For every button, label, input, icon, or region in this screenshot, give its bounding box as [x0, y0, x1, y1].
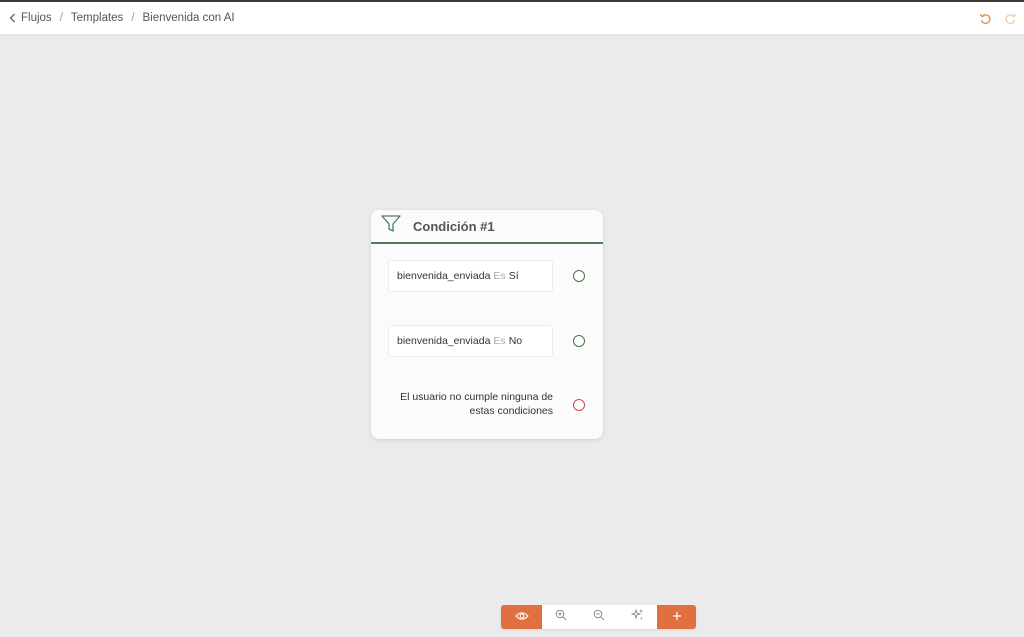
breadcrumb-separator: /	[59, 12, 63, 24]
breadcrumb: Flujos / Templates / Bienvenida con AI	[9, 12, 235, 24]
plus-icon	[672, 608, 682, 626]
zoom-out-icon	[593, 608, 605, 626]
add-node-button[interactable]	[657, 605, 696, 629]
condition-operator: Es	[493, 335, 506, 347]
chevron-left-icon[interactable]	[9, 12, 19, 24]
default-condition-row: El usuario no cumple ninguna de estas co…	[388, 390, 585, 418]
sparkles-icon	[630, 608, 644, 626]
condition-value: Sí	[508, 270, 519, 282]
condition-box[interactable]: bienvenida_enviada Es Sí	[388, 260, 553, 292]
undo-icon[interactable]	[977, 10, 993, 26]
condition-row: bienvenida_enviada Es Sí	[388, 260, 585, 292]
condition-node[interactable]: Condición #1 bienvenida_enviada Es Sí bi…	[371, 210, 603, 439]
condition-value: No	[508, 335, 523, 347]
preview-button[interactable]	[501, 605, 542, 629]
redo-icon[interactable]	[1002, 10, 1018, 26]
condition-row: bienvenida_enviada Es No	[388, 325, 585, 357]
breadcrumb-separator: /	[131, 12, 135, 24]
node-title: Condición #1	[413, 218, 495, 234]
condition-box[interactable]: bienvenida_enviada Es No	[388, 325, 553, 357]
default-output-port[interactable]	[573, 399, 585, 411]
filter-icon	[381, 214, 401, 238]
default-condition-text: El usuario no cumple ninguna de estas co…	[400, 391, 553, 417]
eye-icon	[514, 608, 529, 626]
breadcrumb-item-flujos[interactable]: Flujos	[21, 12, 52, 24]
output-port[interactable]	[573, 335, 585, 347]
zoom-out-button[interactable]	[580, 605, 618, 629]
breadcrumb-item-templates[interactable]: Templates	[71, 12, 123, 24]
condition-variable: bienvenida_enviada	[397, 270, 491, 282]
zoom-in-icon	[555, 608, 567, 626]
node-header[interactable]: Condición #1	[371, 210, 603, 244]
output-port[interactable]	[573, 270, 585, 282]
canvas-toolbar	[501, 605, 696, 629]
condition-operator: Es	[493, 270, 506, 282]
history-actions	[977, 10, 1018, 26]
header-bar: Flujos / Templates / Bienvenida con AI	[0, 2, 1024, 35]
breadcrumb-item-current: Bienvenida con AI	[142, 12, 235, 24]
auto-layout-button[interactable]	[618, 605, 657, 629]
condition-variable: bienvenida_enviada	[397, 335, 491, 347]
zoom-in-button[interactable]	[542, 605, 580, 629]
